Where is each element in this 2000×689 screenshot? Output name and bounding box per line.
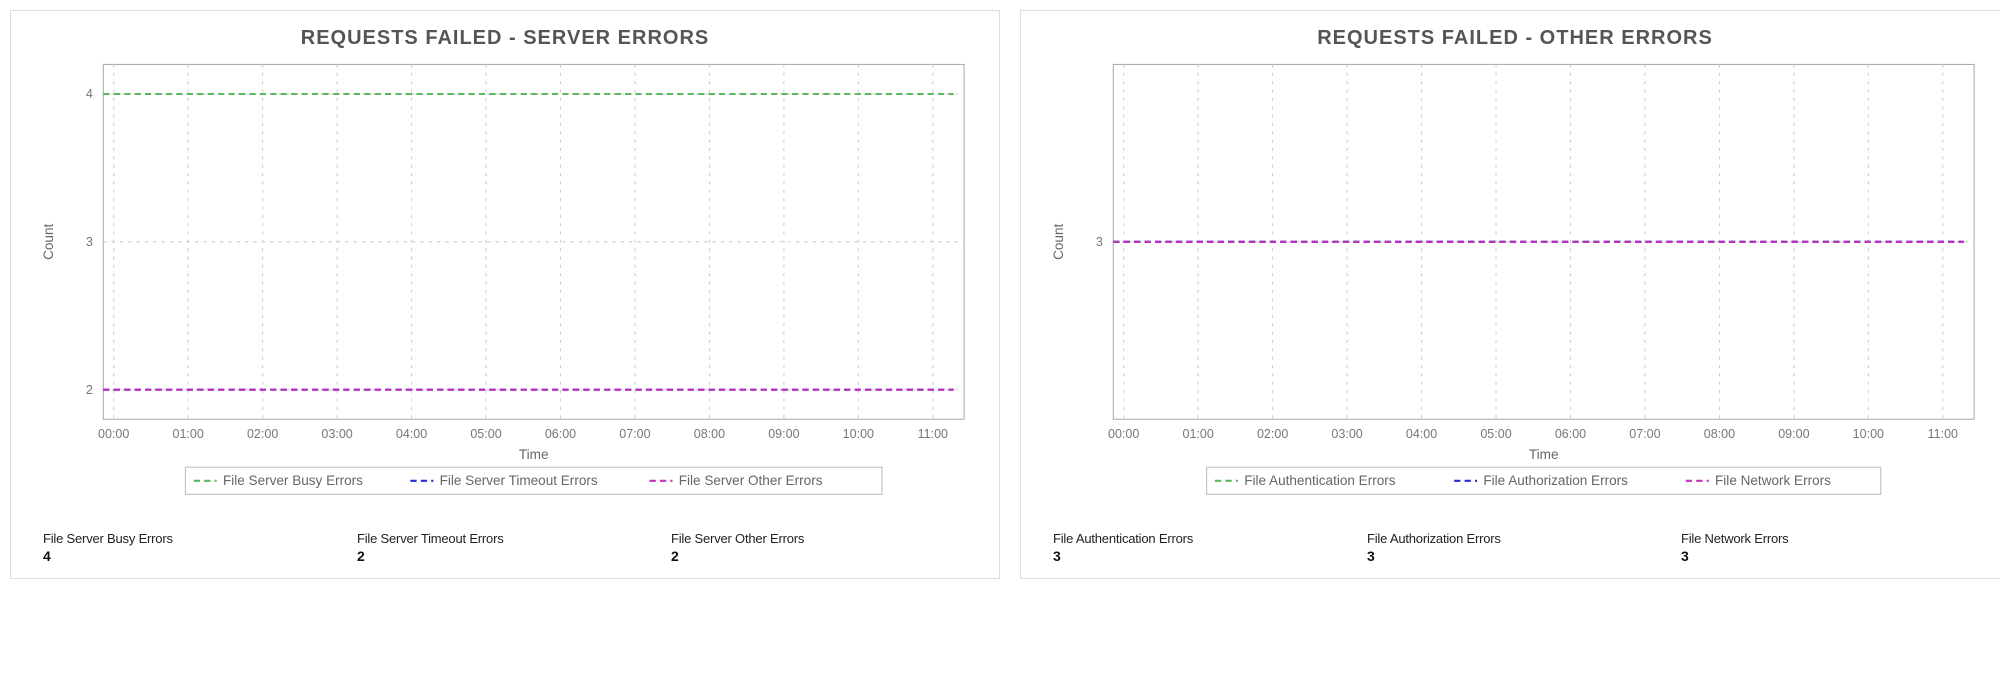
svg-text:03:00: 03:00	[321, 427, 352, 441]
dashboard: REQUESTS FAILED - SERVER ERRORS 00:00 01:…	[10, 10, 2000, 579]
svg-text:File Server Busy Errors: File Server Busy Errors	[223, 473, 363, 488]
stats-row: File Server Busy Errors 4 File Server Ti…	[25, 531, 985, 564]
svg-text:05:00: 05:00	[470, 427, 501, 441]
svg-text:01:00: 01:00	[173, 427, 204, 441]
svg-text:05:00: 05:00	[1480, 427, 1511, 441]
svg-text:Time: Time	[519, 447, 549, 462]
stats-row: File Authentication Errors 3 File Author…	[1035, 531, 1995, 564]
svg-text:Count: Count	[41, 224, 56, 260]
svg-text:Count: Count	[1051, 224, 1066, 260]
svg-text:3: 3	[1096, 235, 1103, 249]
stat-value: 2	[671, 548, 985, 564]
svg-text:00:00: 00:00	[1108, 427, 1139, 441]
chart-title: REQUESTS FAILED - SERVER ERRORS	[25, 27, 985, 50]
svg-text:08:00: 08:00	[694, 427, 725, 441]
svg-text:07:00: 07:00	[1629, 427, 1660, 441]
stat-label: File Network Errors	[1681, 531, 1995, 546]
stat-value: 2	[357, 548, 671, 564]
svg-text:04:00: 04:00	[1406, 427, 1437, 441]
svg-text:2: 2	[86, 383, 93, 397]
svg-text:11:00: 11:00	[1928, 427, 1958, 441]
stat-item: File Network Errors 3	[1681, 531, 1995, 564]
svg-text:File Server Timeout Errors: File Server Timeout Errors	[440, 473, 598, 488]
svg-text:06:00: 06:00	[1555, 427, 1586, 441]
stat-item: File Server Timeout Errors 2	[357, 531, 671, 564]
stat-item: File Server Other Errors 2	[671, 531, 985, 564]
stat-value: 3	[1367, 548, 1681, 564]
svg-text:02:00: 02:00	[247, 427, 278, 441]
panel-other-errors: REQUESTS FAILED - OTHER ERRORS 00:00 01:0…	[1020, 10, 2000, 579]
stat-label: File Server Timeout Errors	[357, 531, 671, 546]
stat-item: File Authorization Errors 3	[1367, 531, 1681, 564]
chart-title: REQUESTS FAILED - OTHER ERRORS	[1035, 27, 1995, 50]
svg-text:10:00: 10:00	[843, 427, 874, 441]
svg-text:4: 4	[86, 87, 93, 101]
svg-text:09:00: 09:00	[1778, 427, 1809, 441]
stat-value: 3	[1053, 548, 1367, 564]
svg-text:File Authentication Errors: File Authentication Errors	[1244, 473, 1396, 488]
svg-text:06:00: 06:00	[545, 427, 576, 441]
svg-text:File Network Errors: File Network Errors	[1715, 473, 1831, 488]
stat-label: File Authentication Errors	[1053, 531, 1367, 546]
chart-server-errors: 00:00 01:00 02:00 03:00 04:00 05:00 06:00 07:00…	[25, 54, 985, 513]
svg-text:08:00: 08:00	[1704, 427, 1735, 441]
svg-text:04:00: 04:00	[396, 427, 427, 441]
stat-item: File Authentication Errors 3	[1053, 531, 1367, 564]
svg-text:Time: Time	[1529, 447, 1559, 462]
panel-server-errors: REQUESTS FAILED - SERVER ERRORS 00:00 01:…	[10, 10, 1000, 579]
svg-text:11:00: 11:00	[918, 427, 948, 441]
stat-label: File Server Other Errors	[671, 531, 985, 546]
svg-text:03:00: 03:00	[1331, 427, 1362, 441]
svg-text:3: 3	[86, 235, 93, 249]
stat-value: 4	[43, 548, 357, 564]
svg-text:File Server Other Errors: File Server Other Errors	[679, 473, 823, 488]
stat-item: File Server Busy Errors 4	[43, 531, 357, 564]
chart-other-errors: 00:00 01:00 02:00 03:00 04:00 05:00 06:00 07:00…	[1035, 54, 1995, 513]
stat-label: File Server Busy Errors	[43, 531, 357, 546]
svg-text:10:00: 10:00	[1853, 427, 1884, 441]
svg-text:00:00: 00:00	[98, 427, 129, 441]
svg-text:File Authorization Errors: File Authorization Errors	[1483, 473, 1628, 488]
stat-value: 3	[1681, 548, 1995, 564]
stat-label: File Authorization Errors	[1367, 531, 1681, 546]
svg-text:02:00: 02:00	[1257, 427, 1288, 441]
svg-text:09:00: 09:00	[768, 427, 799, 441]
svg-text:01:00: 01:00	[1183, 427, 1214, 441]
svg-text:07:00: 07:00	[619, 427, 650, 441]
